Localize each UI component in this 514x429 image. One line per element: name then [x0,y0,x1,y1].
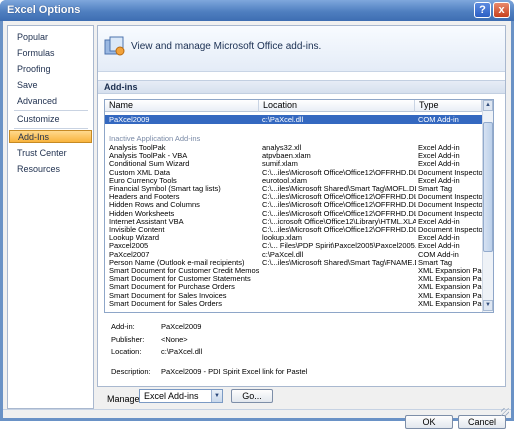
scroll-thumb[interactable] [483,122,493,252]
go-button[interactable]: Go... [231,389,273,403]
sidebar-divider [14,128,88,129]
main-panel: View and manage Microsoft Office add-ins… [97,25,506,387]
panel-header: View and manage Microsoft Office add-ins… [98,26,505,72]
sidebar-item-trust-center[interactable]: Trust Center [9,147,92,160]
detail-addin-value: PaXcel2009 [161,322,202,331]
resize-grip-icon[interactable] [501,408,509,416]
detail-location-label: Location: [111,347,142,356]
row-name: Smart Document for Sales Orders [109,298,222,308]
sidebar-item-proofing[interactable]: Proofing [9,63,92,76]
table-row-active[interactable]: PaXcel2009 c:\PaXcel.dll COM Add-in [105,115,482,124]
add-ins-icon [104,36,125,56]
manage-label: Manage: [107,394,143,404]
row-type: XML Expansion Pack [418,298,482,308]
add-ins-list: Name Location Type PaXcel2009 c:\PaXcel.… [104,99,494,313]
detail-publisher-label: Publisher: [111,335,145,344]
cancel-button[interactable]: Cancel [458,415,506,429]
section-title: Add-ins [98,80,505,94]
row-name: PaXcel2009 [109,115,150,124]
sidebar-item-advanced[interactable]: Advanced [9,95,92,108]
row-type: COM Add-in [418,115,459,124]
manage-select-value: Excel Add-ins [144,391,199,401]
ok-button[interactable]: OK [405,415,453,429]
sidebar-item-resources[interactable]: Resources [9,163,92,176]
title-bar[interactable]: Excel Options ? x [0,0,514,21]
detail-description-value: PaXcel2009 - PDI Spirit Excel link for P… [161,367,308,376]
column-header-name[interactable]: Name [105,100,259,112]
column-header-location[interactable]: Location [259,100,415,112]
sidebar-divider [14,110,88,111]
column-header-type[interactable]: Type [415,100,482,112]
window-title: Excel Options [7,4,81,16]
excel-options-window: Excel Options ? x Popular Formulas Proof… [0,0,514,429]
detail-location-value: c:\PaXcel.dll [161,347,203,356]
sidebar-item-save[interactable]: Save [9,79,92,92]
dialog-client: Popular Formulas Proofing Save Advanced … [3,21,511,429]
scroll-up-arrow-icon[interactable]: ▲ [483,100,493,111]
detail-publisher-value: <None> [161,335,188,344]
row-location: c:\PaXcel.dll [262,115,304,124]
list-scrollbar[interactable]: ▲ ▼ [482,100,493,312]
sidebar-item-popular[interactable]: Popular [9,31,92,44]
chevron-down-icon[interactable]: ▼ [211,390,222,402]
group-header-inactive: Inactive Application Add-ins [109,134,201,143]
sidebar: Popular Formulas Proofing Save Advanced … [7,25,94,409]
sidebar-item-customize[interactable]: Customize [9,113,92,126]
panel-header-text: View and manage Microsoft Office add-ins… [131,41,322,52]
scroll-down-arrow-icon[interactable]: ▼ [483,300,493,311]
help-button[interactable]: ? [474,2,491,18]
table-row[interactable]: Smart Document for Sales Orders XML Expan… [105,299,482,308]
detail-addin-label: Add-in: [111,322,135,331]
detail-description-label: Description: [111,367,151,376]
sidebar-item-add-ins[interactable]: Add-Ins [9,130,92,143]
footer-divider [3,409,511,410]
sidebar-item-formulas[interactable]: Formulas [9,47,92,60]
close-button[interactable]: x [493,2,510,18]
manage-select[interactable]: Excel Add-ins ▼ [139,389,223,403]
